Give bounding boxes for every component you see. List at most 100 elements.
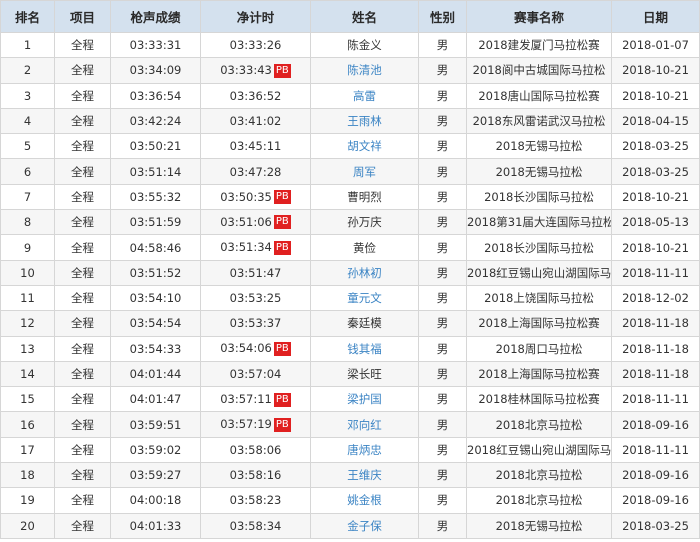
table-row: 3 全程 03:36:54 03:36:52 高雷 男 2018唐山国际马拉松赛 2018-1…: [0, 82, 700, 109]
pb-badge: PB: [273, 341, 291, 356]
table-header: 排名 项目 枪声成绩 净计时 姓名 性别 赛事名称 日期: [0, 0, 700, 33]
net-time-value: 03:54:06: [220, 341, 272, 356]
header-rank: 排名: [0, 0, 55, 33]
event-cell: 全程: [54, 57, 111, 84]
runner-name-link[interactable]: 周军: [353, 165, 376, 179]
name-cell: 高雷: [310, 82, 419, 109]
rank-cell: 15: [0, 386, 55, 413]
gun-time-cell: 03:55:32: [110, 183, 201, 211]
runner-name-link[interactable]: 金子保: [347, 519, 382, 533]
gun-time-cell: 04:01:47: [110, 386, 201, 413]
rank-cell: 7: [0, 183, 55, 211]
name-cell: 金子保: [310, 512, 419, 539]
table-row: 9 全程 04:58:46 03:51:34 PB 黄俭男 2018长沙国际马拉松 2018-…: [0, 234, 700, 261]
net-time-cell: 03:57:11 PB: [200, 386, 311, 413]
gender-cell: 男: [418, 234, 467, 261]
runner-name-link[interactable]: 王维庆: [347, 468, 382, 482]
pb-badge: PB: [273, 190, 291, 205]
date-cell: 2018-09-16: [611, 411, 700, 438]
gender-cell: 男: [418, 57, 467, 84]
net-time-cell: 03:57:04: [200, 360, 311, 388]
table-row: 16 全程 03:59:51 03:57:19 PB 邓向红男 2018北京马拉松 2018-…: [0, 411, 700, 438]
runner-name: 秦廷模: [347, 316, 382, 331]
net-time-value: 03:33:43: [220, 63, 272, 78]
race-cell: 2018第31届大连国际马拉松赛: [466, 209, 612, 236]
gun-time-cell: 04:58:46: [110, 234, 201, 261]
gun-time-cell: 03:42:24: [110, 107, 201, 135]
runner-name-link[interactable]: 梁护国: [347, 392, 382, 406]
header-race: 赛事名称: [466, 0, 612, 33]
runner-name-link[interactable]: 邓向红: [347, 418, 382, 432]
gender-cell: 男: [418, 436, 467, 464]
net-time-cell: 03:33:43 PB: [200, 57, 311, 84]
name-cell: 王维庆: [310, 462, 419, 489]
race-cell: 2018上海国际马拉松赛: [466, 310, 612, 337]
event-cell: 全程: [54, 284, 111, 312]
event-cell: 全程: [54, 209, 111, 236]
pb-badge: PB: [273, 240, 291, 255]
table-body: 1 全程 03:33:31 03:33:26 陈金义男 2018建发厦门马拉松赛 2018-…: [0, 31, 700, 539]
net-time-cell: 03:50:35 PB: [200, 183, 311, 211]
runner-name-link[interactable]: 姚金根: [347, 493, 382, 507]
header-gender: 性别: [418, 0, 467, 33]
name-cell: 唐炳忠: [310, 436, 419, 464]
race-cell: 2018周口马拉松: [466, 335, 612, 362]
net-time-value: 03:57:19: [220, 417, 272, 432]
rank-cell: 18: [0, 462, 55, 489]
gun-time-cell: 03:51:52: [110, 259, 201, 286]
gun-time-cell: 03:59:51: [110, 411, 201, 438]
gender-cell: 男: [418, 107, 467, 135]
net-time-value: 03:57:11: [220, 392, 272, 407]
gun-time-cell: 03:59:02: [110, 436, 201, 464]
net-time-value: 03:53:25: [229, 291, 282, 306]
net-time-value: 03:57:04: [229, 367, 282, 381]
event-cell: 全程: [54, 158, 111, 185]
runner-name-link[interactable]: 孙林初: [347, 266, 382, 280]
net-time-cell: 03:58:16: [200, 462, 311, 489]
gun-time-cell: 03:36:54: [110, 82, 201, 109]
header-gun-time: 枪声成绩: [110, 0, 201, 33]
gun-time-cell: 03:51:59: [110, 209, 201, 236]
race-cell: 2018长沙国际马拉松: [466, 183, 612, 211]
date-cell: 2018-11-18: [611, 335, 700, 362]
pb-badge: PB: [273, 392, 291, 407]
pb-badge: PB: [273, 63, 291, 78]
runner-name-link[interactable]: 陈清池: [347, 63, 382, 77]
runner-name-link[interactable]: 钱其福: [347, 342, 382, 356]
table-row: 14 全程 04:01:44 03:57:04 梁长旺 男 2018上海国际马拉松赛 2018…: [0, 360, 700, 388]
gun-time-cell: 04:01:44: [110, 360, 201, 388]
runner-name: 孙万庆: [347, 215, 382, 230]
race-cell: 2018建发厦门马拉松赛: [466, 31, 612, 59]
net-time-value: 03:41:02: [229, 114, 282, 129]
net-time-value: 03:51:34: [220, 240, 272, 255]
runner-name-link[interactable]: 唐炳忠: [347, 443, 382, 457]
race-cell: 2018北京马拉松: [466, 411, 612, 438]
event-cell: 全程: [54, 133, 111, 160]
net-time-value: 03:45:11: [229, 139, 282, 154]
date-cell: 2018-12-02: [611, 284, 700, 312]
gender-cell: 男: [418, 512, 467, 539]
pb-badge: PB: [273, 215, 291, 230]
event-cell: 全程: [54, 310, 111, 337]
date-cell: 2018-10-21: [611, 234, 700, 261]
date-cell: 2018-11-18: [611, 360, 700, 388]
name-cell: 孙林初: [310, 259, 419, 286]
net-time-cell: 03:58:06: [200, 436, 311, 464]
net-time-value: 03:58:34: [229, 518, 282, 533]
name-cell: 孙万庆: [310, 209, 419, 236]
event-cell: 全程: [54, 386, 111, 413]
net-time-value: 03:36:52: [229, 88, 282, 103]
runner-name-link[interactable]: 童元文: [347, 291, 382, 305]
name-cell: 梁护国: [310, 386, 419, 413]
table-row: 2 全程 03:34:09 03:33:43 PB 陈清池男 2018阆中古城国际马拉松 20…: [0, 57, 700, 84]
gender-cell: 男: [418, 133, 467, 160]
gun-time-cell: 03:54:10: [110, 284, 201, 312]
gender-cell: 男: [418, 386, 467, 413]
date-cell: 2018-03-25: [611, 512, 700, 539]
rank-cell: 9: [0, 234, 55, 261]
runner-name-link[interactable]: 王雨林: [347, 114, 382, 128]
event-cell: 全程: [54, 436, 111, 464]
runner-name-link[interactable]: 高雷: [353, 89, 376, 103]
runner-name-link[interactable]: 胡文祥: [347, 139, 382, 153]
net-time-cell: 03:33:26: [200, 31, 311, 59]
